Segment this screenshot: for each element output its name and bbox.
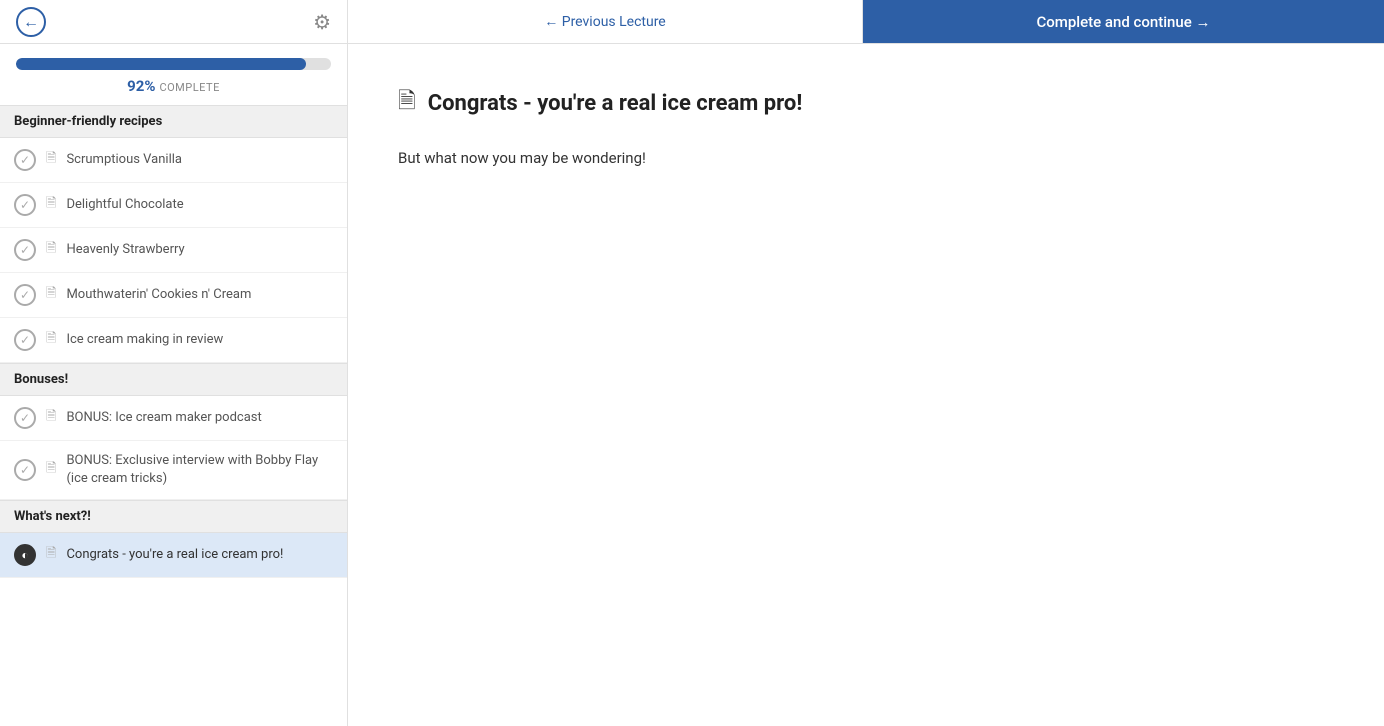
lesson-title-cookies: Mouthwaterin' Cookies n' Cream <box>66 286 251 304</box>
lesson-title-interview: BONUS: Exclusive interview with Bobby Fl… <box>66 452 333 488</box>
check-icon-cookies: ✓ <box>14 284 36 306</box>
check-icon-chocolate: ✓ <box>14 194 36 216</box>
doc-icon-interview: 🗎 <box>46 459 56 481</box>
doc-icon-podcast: 🗎 <box>46 407 56 429</box>
progress-label: 92% COMPLETE <box>16 76 331 95</box>
lesson-item-interview[interactable]: ✓ 🗎 BONUS: Exclusive interview with Bobby … <box>0 441 347 500</box>
lesson-item-vanilla[interactable]: ✓ 🗎 Scrumptious Vanilla <box>0 138 347 183</box>
progress-percent: 92% <box>127 77 155 95</box>
section-header-beginner: Beginner-friendly recipes <box>0 105 347 138</box>
lesson-title-strawberry: Heavenly Strawberry <box>66 241 184 259</box>
content-area: 🗎 Congrats - you're a real ice cream pro… <box>348 44 1384 726</box>
lesson-title-review: Ice cream making in review <box>66 331 223 349</box>
lesson-title-congrats: Congrats - you're a real ice cream pro! <box>66 546 283 564</box>
doc-icon-strawberry: 🗎 <box>46 239 56 261</box>
lesson-title-vanilla: Scrumptious Vanilla <box>66 151 182 169</box>
section-header-whatsnext: What's next?! <box>0 500 347 533</box>
check-icon-review: ✓ <box>14 329 36 351</box>
content-body: But what now you may be wondering! <box>398 146 1334 170</box>
check-icon-podcast: ✓ <box>14 407 36 429</box>
progress-complete-word: COMPLETE <box>159 81 219 94</box>
complete-and-continue-button[interactable]: Complete and continue → <box>863 0 1384 43</box>
lesson-item-cookies[interactable]: ✓ 🗎 Mouthwaterin' Cookies n' Cream <box>0 273 347 318</box>
doc-icon-chocolate: 🗎 <box>46 194 56 216</box>
complete-btn-label: Complete and continue → <box>1037 13 1211 31</box>
content-title: Congrats - you're a real ice cream pro! <box>428 91 803 116</box>
sidebar: 92% COMPLETE Beginner-friendly recipes ✓ 🗎… <box>0 44 348 726</box>
sidebar-sections: Beginner-friendly recipes ✓ 🗎 Scrumptious V… <box>0 105 347 578</box>
check-icon-congrats: ◐ <box>14 544 36 566</box>
content-doc-icon: 🗎 <box>398 84 416 122</box>
doc-icon-congrats: 🗎 <box>46 544 56 566</box>
progress-bar-fill <box>16 58 306 70</box>
lesson-item-congrats[interactable]: ◐ 🗎 Congrats - you're a real ice cream pro… <box>0 533 347 578</box>
lesson-item-review[interactable]: ✓ 🗎 Ice cream making in review <box>0 318 347 363</box>
lesson-title-chocolate: Delightful Chocolate <box>66 196 183 214</box>
doc-icon-cookies: 🗎 <box>46 284 56 306</box>
lesson-item-podcast[interactable]: ✓ 🗎 BONUS: Ice cream maker podcast <box>0 396 347 441</box>
header-left: ← ⚙ <box>0 0 348 43</box>
doc-icon-review: 🗎 <box>46 329 56 351</box>
progress-area: 92% COMPLETE <box>0 44 347 105</box>
check-icon-vanilla: ✓ <box>14 149 36 171</box>
lesson-item-strawberry[interactable]: ✓ 🗎 Heavenly Strawberry <box>0 228 347 273</box>
previous-lecture-link[interactable]: ← Previous Lecture <box>544 13 665 30</box>
doc-icon-vanilla: 🗎 <box>46 149 56 171</box>
progress-bar-track <box>16 58 331 70</box>
content-title-row: 🗎 Congrats - you're a real ice cream pro… <box>398 84 1334 122</box>
header: ← ⚙ ← Previous Lecture Complete and cont… <box>0 0 1384 44</box>
section-header-bonuses: Bonuses! <box>0 363 347 396</box>
main-layout: 92% COMPLETE Beginner-friendly recipes ✓ 🗎… <box>0 44 1384 726</box>
check-icon-strawberry: ✓ <box>14 239 36 261</box>
check-icon-interview: ✓ <box>14 459 36 481</box>
back-button[interactable]: ← <box>16 7 46 37</box>
gear-button[interactable]: ⚙ <box>313 10 331 34</box>
lesson-item-chocolate[interactable]: ✓ 🗎 Delightful Chocolate <box>0 183 347 228</box>
lesson-title-podcast: BONUS: Ice cream maker podcast <box>66 409 261 427</box>
header-center: ← Previous Lecture <box>348 0 863 43</box>
